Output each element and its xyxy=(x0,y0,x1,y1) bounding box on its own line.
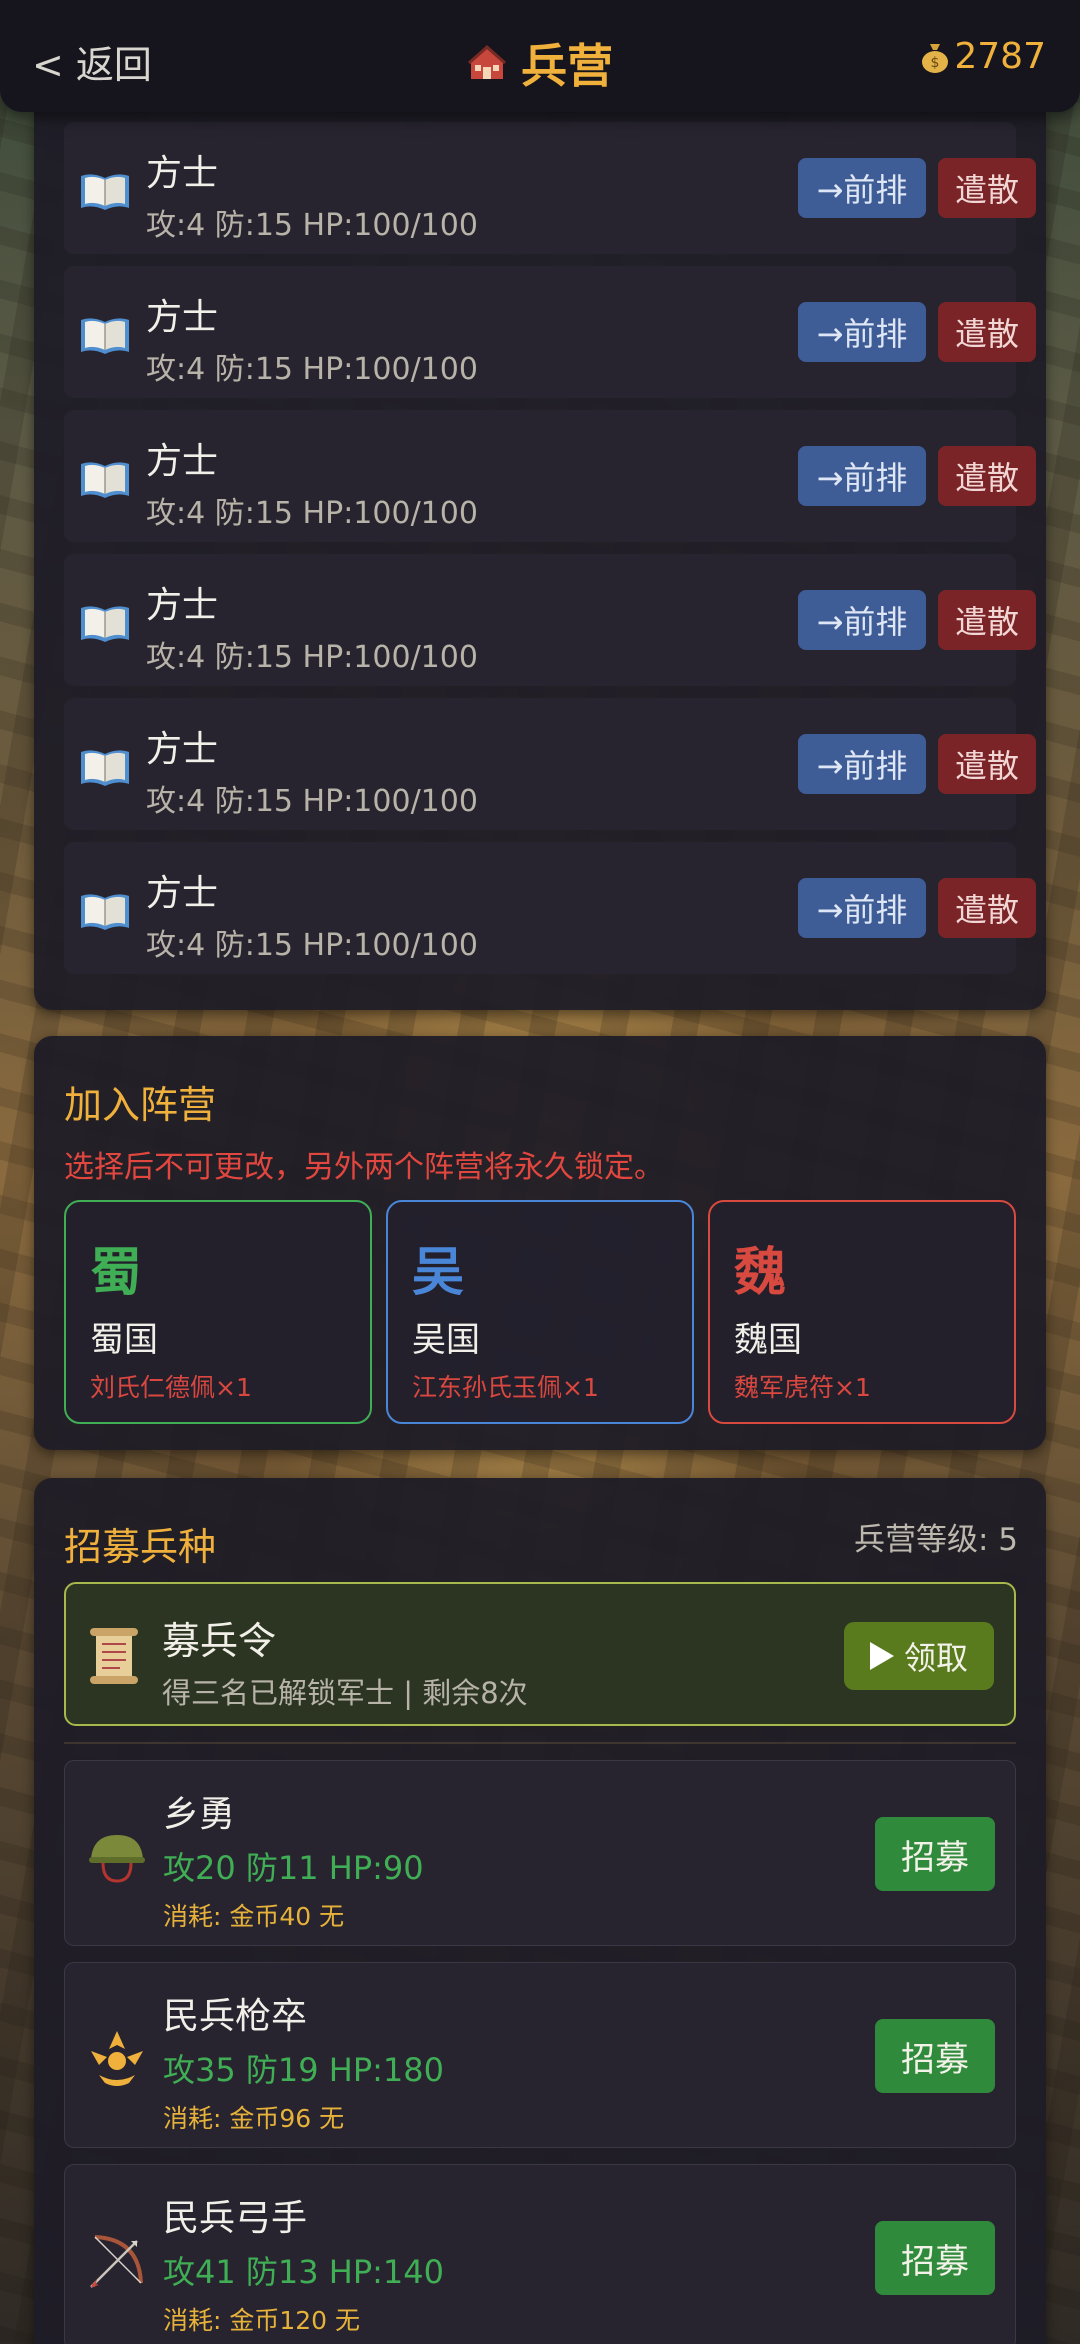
unit-stats: 攻20 防11 HP:90 xyxy=(163,1849,424,1887)
recruit-panel: 招募兵种 兵营等级: 5 募兵令 得三名已解锁军士 | 剩余8次 领取 乡勇 攻… xyxy=(34,1478,1046,2344)
troop-stats: 攻:4 防:15 HP:100/100 xyxy=(146,784,478,819)
troop-row: 方士 攻:4 防:15 HP:100/100 →前排 遣散 xyxy=(64,410,1036,542)
move-to-front-button[interactable]: →前排 xyxy=(798,158,926,218)
unit-card: 民兵弓手 攻41 防13 HP:140 消耗: 金币120 无 招募 xyxy=(64,2164,1016,2344)
faction-glyph: 吴 xyxy=(412,1243,465,1303)
recruit-button[interactable]: 招募 xyxy=(875,2019,995,2093)
troop-row: 方士 攻:4 防:15 HP:100/100 →前排 遣散 xyxy=(64,698,1036,830)
troop-stats: 攻:4 防:15 HP:100/100 xyxy=(146,928,478,963)
unit-cost: 消耗: 金币120 无 xyxy=(163,2306,361,2335)
faction-card-shu[interactable]: 蜀 蜀国 刘氏仁德佩×1 xyxy=(64,1200,372,1424)
troop-name: 方士 xyxy=(146,441,219,482)
page-title-text: 兵营 xyxy=(521,39,613,93)
recruit-title: 招募兵种 xyxy=(64,1525,217,1569)
recruit-button[interactable]: 招募 xyxy=(875,2221,995,2295)
troop-name: 方士 xyxy=(146,153,219,194)
troop-row: 方士 攻:4 防:15 HP:100/100 →前排 遣散 xyxy=(64,122,1036,254)
troops-panel: 方士 攻:4 防:15 HP:100/100 →前排 遣散 方士 攻:4 防:1… xyxy=(34,110,1046,1010)
recruit-order-title: 募兵令 xyxy=(162,1619,277,1663)
book-icon xyxy=(81,462,129,498)
troop-row: 方士 攻:4 防:15 HP:100/100 →前排 遣散 xyxy=(64,266,1036,398)
faction-name: 吴国 xyxy=(412,1320,480,1360)
claim-label: 领取 xyxy=(903,1639,968,1677)
troop-name: 方士 xyxy=(146,297,219,338)
book-icon xyxy=(81,894,129,930)
unit-cost: 消耗: 金币40 无 xyxy=(163,1902,345,1931)
dismiss-button[interactable]: 遣散 xyxy=(938,446,1036,506)
faction-panel: 加入阵营 选择后不可更改，另外两个阵营将永久锁定。 蜀 蜀国 刘氏仁德佩×1 吴… xyxy=(34,1036,1046,1450)
page-title: 兵营 xyxy=(0,30,1080,96)
faction-name: 魏国 xyxy=(734,1320,802,1360)
troop-name: 方士 xyxy=(146,729,219,770)
faction-title: 加入阵营 xyxy=(64,1083,217,1127)
unit-card: 乡勇 攻20 防11 HP:90 消耗: 金币40 无 招募 xyxy=(64,1760,1016,1946)
unit-stats: 攻35 防19 HP:180 xyxy=(163,2051,445,2089)
recruit-order-card: 募兵令 得三名已解锁军士 | 剩余8次 领取 xyxy=(64,1582,1016,1726)
faction-name: 蜀国 xyxy=(90,1320,158,1360)
dismiss-button[interactable]: 遣散 xyxy=(938,590,1036,650)
move-to-front-button[interactable]: →前排 xyxy=(798,446,926,506)
faction-cost: 刘氏仁德佩×1 xyxy=(90,1373,252,1402)
svg-text:$: $ xyxy=(931,55,940,71)
faction-warning: 选择后不可更改，另外两个阵营将永久锁定。 xyxy=(64,1150,664,1185)
scroll-icon xyxy=(90,1628,138,1684)
book-icon xyxy=(81,318,129,354)
spear-emblem-icon xyxy=(91,2031,143,2086)
unit-cost: 消耗: 金币96 无 xyxy=(163,2104,345,2133)
dismiss-button[interactable]: 遣散 xyxy=(938,302,1036,362)
move-to-front-button[interactable]: →前排 xyxy=(798,302,926,362)
book-icon xyxy=(81,174,129,210)
bow-icon xyxy=(90,2235,143,2288)
faction-glyph: 魏 xyxy=(734,1243,787,1303)
unit-name: 民兵枪卒 xyxy=(163,1996,308,2037)
troop-name: 方士 xyxy=(146,873,219,914)
troop-name: 方士 xyxy=(146,585,219,626)
troop-stats: 攻:4 防:15 HP:100/100 xyxy=(146,640,478,675)
unit-name: 民兵弓手 xyxy=(163,2198,308,2239)
faction-cost: 江东孙氏玉佩×1 xyxy=(412,1373,599,1402)
faction-card-wu[interactable]: 吴 吴国 江东孙氏玉佩×1 xyxy=(386,1200,694,1424)
dismiss-button[interactable]: 遣散 xyxy=(938,158,1036,218)
faction-glyph: 蜀 xyxy=(90,1243,143,1303)
book-icon xyxy=(81,606,129,642)
faction-card-wei[interactable]: 魏 魏国 魏军虎符×1 xyxy=(708,1200,1016,1424)
faction-cost: 魏军虎符×1 xyxy=(734,1373,871,1402)
troop-stats: 攻:4 防:15 HP:100/100 xyxy=(146,496,478,531)
gold-amount: 2787 xyxy=(954,36,1046,77)
book-icon xyxy=(81,750,129,786)
troop-row: 方士 攻:4 防:15 HP:100/100 →前排 遣散 xyxy=(64,842,1036,974)
unit-stats: 攻41 防13 HP:140 xyxy=(163,2253,445,2291)
move-to-front-button[interactable]: →前排 xyxy=(798,734,926,794)
barracks-level: 兵营等级: 5 xyxy=(853,1522,1018,1558)
troop-stats: 攻:4 防:15 HP:100/100 xyxy=(146,208,478,243)
move-to-front-button[interactable]: →前排 xyxy=(798,590,926,650)
troop-row: 方士 攻:4 防:15 HP:100/100 →前排 遣散 xyxy=(64,554,1036,686)
troop-stats: 攻:4 防:15 HP:100/100 xyxy=(146,352,478,387)
recruit-order-desc: 得三名已解锁军士 | 剩余8次 xyxy=(162,1676,528,1710)
divider xyxy=(64,1742,1016,1744)
dismiss-button[interactable]: 遣散 xyxy=(938,734,1036,794)
helmet-icon xyxy=(89,1835,145,1883)
move-to-front-button[interactable]: →前排 xyxy=(798,878,926,938)
unit-card: 民兵枪卒 攻35 防19 HP:180 消耗: 金币96 无 招募 xyxy=(64,1962,1016,2148)
unit-name: 乡勇 xyxy=(163,1794,236,1835)
gold-balance: $ 2787 xyxy=(920,36,1046,77)
claim-button[interactable]: 领取 xyxy=(844,1622,994,1690)
play-icon xyxy=(869,1642,894,1670)
top-bar: < 返回 兵营 $ 2787 xyxy=(0,0,1080,112)
dismiss-button[interactable]: 遣散 xyxy=(938,878,1036,938)
money-bag-icon: $ xyxy=(922,43,949,73)
recruit-button[interactable]: 招募 xyxy=(875,1817,995,1891)
barracks-icon xyxy=(468,44,506,79)
